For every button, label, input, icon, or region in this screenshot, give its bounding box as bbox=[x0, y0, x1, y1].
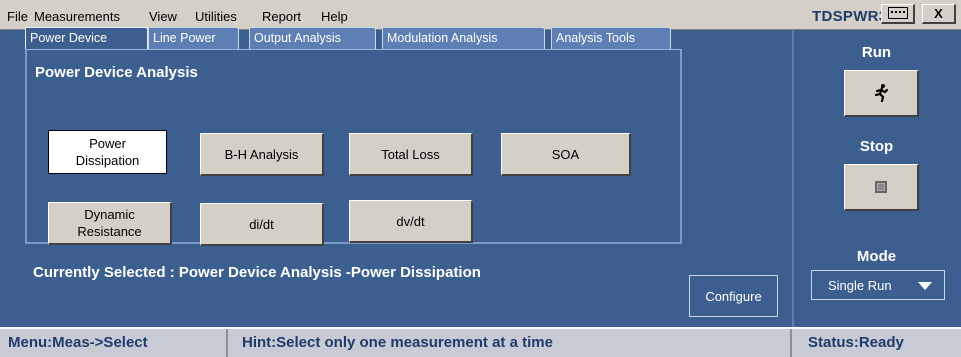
menu-bar: File Measurements View Utilities Report … bbox=[0, 0, 961, 30]
current-selection-text: Currently Selected : Power Device Analys… bbox=[33, 264, 481, 281]
tab-analysis-tools[interactable]: Analysis Tools bbox=[551, 27, 671, 49]
button-label-line1: Dynamic bbox=[84, 207, 135, 222]
power-dissipation-button[interactable]: Power Dissipation bbox=[48, 130, 167, 174]
mode-dropdown[interactable]: Single Run bbox=[811, 270, 945, 300]
run-label: Run bbox=[861, 44, 892, 61]
chevron-down-icon bbox=[918, 282, 932, 290]
keyboard-icon[interactable] bbox=[881, 4, 915, 24]
button-label-line1: Power bbox=[89, 136, 126, 151]
total-loss-button[interactable]: Total Loss bbox=[349, 133, 473, 176]
soa-button[interactable]: SOA bbox=[501, 133, 631, 176]
tab-power-device[interactable]: Power Device bbox=[25, 27, 148, 49]
button-label-line2: Dissipation bbox=[75, 153, 140, 168]
stop-label: Stop bbox=[859, 138, 894, 155]
close-button[interactable]: X bbox=[922, 4, 956, 24]
menu-report[interactable]: Report bbox=[262, 9, 301, 24]
hint-status: Hint:Select only one measurement at a ti… bbox=[228, 329, 792, 357]
group-title: Power Device Analysis bbox=[35, 64, 198, 81]
mode-label: Mode bbox=[856, 248, 897, 265]
button-label-line2: Resistance bbox=[77, 224, 142, 239]
tab-output-analysis[interactable]: Output Analysis bbox=[249, 27, 376, 49]
di-dt-button[interactable]: di/dt bbox=[200, 203, 324, 246]
mode-value: Single Run bbox=[828, 277, 892, 293]
menu-path-status: Menu:Meas->Select bbox=[0, 329, 228, 357]
menu-measurements[interactable]: Measurements bbox=[34, 9, 120, 24]
stop-button[interactable] bbox=[844, 164, 919, 211]
menu-utilities[interactable]: Utilities bbox=[195, 9, 237, 24]
running-man-icon bbox=[874, 84, 889, 103]
app-title: TDSPWR3 bbox=[812, 8, 888, 25]
tab-modulation-analysis[interactable]: Modulation Analysis bbox=[382, 27, 545, 49]
run-button[interactable] bbox=[844, 70, 919, 117]
configure-button[interactable]: Configure bbox=[689, 275, 778, 317]
dv-dt-button[interactable]: dv/dt bbox=[349, 200, 473, 243]
menu-view[interactable]: View bbox=[149, 9, 177, 24]
menu-help[interactable]: Help bbox=[321, 9, 348, 24]
bh-analysis-button[interactable]: B-H Analysis bbox=[200, 133, 324, 176]
tab-line-power[interactable]: Line Power bbox=[148, 27, 239, 49]
ready-status: Status:Ready bbox=[808, 334, 904, 351]
status-bar: Menu:Meas->Select Hint:Select only one m… bbox=[0, 327, 961, 357]
dynamic-resistance-button[interactable]: Dynamic Resistance bbox=[48, 202, 172, 245]
menu-file[interactable]: File bbox=[7, 9, 28, 24]
stop-icon bbox=[875, 181, 887, 193]
